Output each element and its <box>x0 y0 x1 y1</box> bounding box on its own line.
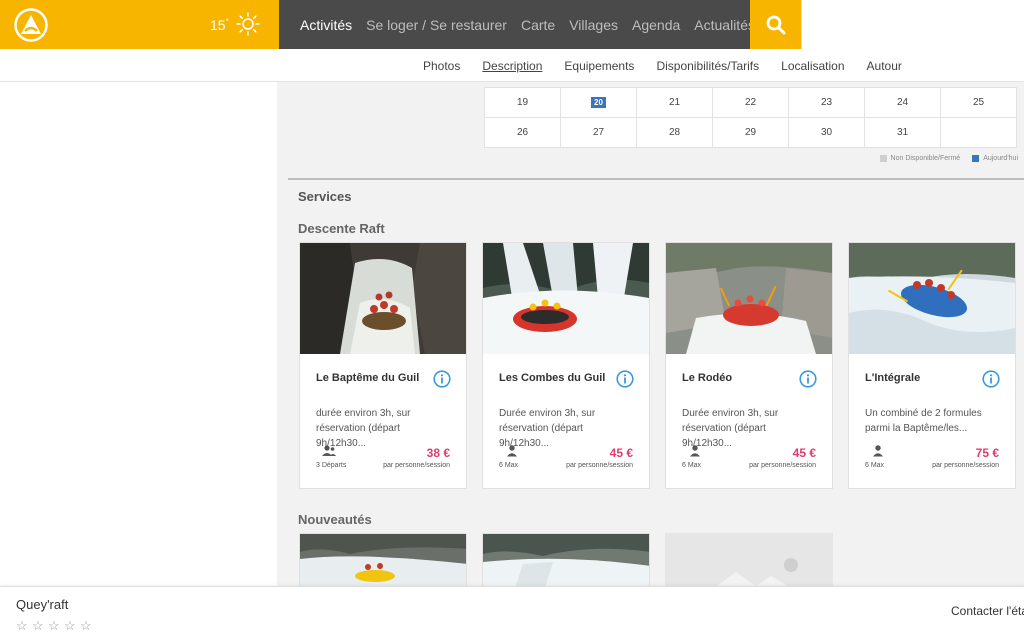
weather-temperature: 15° <box>210 17 229 33</box>
card-title[interactable]: Le Rodéo <box>682 372 732 384</box>
person-icon <box>507 445 517 457</box>
services-heading: Services <box>298 189 352 204</box>
news-cards <box>299 533 848 586</box>
sun-icon <box>236 12 260 36</box>
star-icon[interactable]: ☆ <box>32 618 48 634</box>
news-photo[interactable] <box>300 534 467 586</box>
card-meta: 6 Max <box>499 462 519 469</box>
calendar-day[interactable]: 21 <box>636 87 713 118</box>
star-icon[interactable]: ☆ <box>64 618 80 634</box>
info-icon[interactable] <box>799 370 817 388</box>
person-icon <box>873 445 883 457</box>
calendar-week: 19 20 21 22 23 24 25 <box>484 87 1017 118</box>
news-card[interactable] <box>299 533 467 586</box>
sub-nav: Photos Description Equipements Disponibi… <box>0 49 1024 82</box>
card-price-unit: par personne/session <box>383 462 450 469</box>
logo-icon[interactable] <box>13 8 49 42</box>
card-meta: 6 Max <box>865 462 885 469</box>
legend-today: Aujourd'hui <box>983 155 1018 162</box>
card-photo[interactable] <box>666 243 832 354</box>
legend-unavailable: Non Disponible/Fermé <box>890 155 961 162</box>
calendar-day[interactable]: 23 <box>788 87 865 118</box>
calendar-day-empty <box>940 117 1017 148</box>
calendar-day-today[interactable]: 20 <box>560 87 637 118</box>
nouveautes-heading: Nouveautés <box>298 512 372 527</box>
star-icon[interactable]: ☆ <box>48 618 64 634</box>
image-placeholder-icon <box>716 558 798 586</box>
calendar-day[interactable]: 31 <box>864 117 941 148</box>
card-price: 45 € <box>792 446 816 460</box>
legend-swatch-unavailable <box>879 155 887 162</box>
calendar-day[interactable]: 29 <box>712 117 789 148</box>
bottom-bar: Quey'raft ☆ ☆ ☆ ☆ ☆ Contacter l'éta <box>0 586 1024 643</box>
availability-calendar: 19 20 21 22 23 24 25 26 27 28 29 30 31 <box>484 87 1017 148</box>
nav-activites[interactable]: Activités <box>300 17 352 33</box>
service-card[interactable]: Le Baptême du Guil durée environ 3h, sur… <box>299 242 467 489</box>
card-meta: 3 Départs <box>316 462 347 469</box>
card-photo[interactable] <box>300 243 466 354</box>
info-icon[interactable] <box>982 370 1000 388</box>
subnav-autour[interactable]: Autour <box>867 59 902 73</box>
nav-actualites[interactable]: Actualités <box>694 17 755 33</box>
calendar-week: 26 27 28 29 30 31 <box>484 117 1017 148</box>
service-card[interactable]: Le Rodéo Durée environ 3h, sur réservatio… <box>665 242 833 489</box>
contact-button[interactable]: Contacter l'éta <box>951 604 1024 618</box>
calendar-day[interactable]: 28 <box>636 117 713 148</box>
calendar-day[interactable]: 24 <box>864 87 941 118</box>
calendar-day[interactable]: 30 <box>788 117 865 148</box>
card-price: 45 € <box>609 446 633 460</box>
card-meta: 6 Max <box>682 462 702 469</box>
card-description: Un combiné de 2 formules parmi la Baptême… <box>865 408 982 434</box>
person-icon <box>690 445 700 457</box>
subnav-disponibilites[interactable]: Disponibilités/Tarifs <box>656 59 759 73</box>
rating-stars[interactable]: ☆ ☆ ☆ ☆ ☆ <box>16 618 96 634</box>
main-content: 19 20 21 22 23 24 25 26 27 28 29 30 31 N… <box>277 82 1024 586</box>
calendar-day[interactable]: 25 <box>940 87 1017 118</box>
nav-agenda[interactable]: Agenda <box>632 17 680 33</box>
info-icon[interactable] <box>433 370 451 388</box>
main-nav: Activités Se loger / Se restaurer Carte … <box>279 0 755 49</box>
subnav-photos[interactable]: Photos <box>423 59 460 73</box>
card-title[interactable]: Le Baptême du Guil <box>316 372 419 384</box>
calendar-legend: Non Disponible/Fermé Aujourd'hui <box>868 155 1018 162</box>
star-icon[interactable]: ☆ <box>16 618 32 634</box>
subnav-description[interactable]: Description <box>482 59 542 73</box>
nav-carte[interactable]: Carte <box>521 17 555 33</box>
star-icon[interactable]: ☆ <box>80 618 96 634</box>
legend-swatch-today <box>972 155 980 162</box>
nav-se-loger[interactable]: Se loger / Se restaurer <box>366 17 507 33</box>
info-icon[interactable] <box>616 370 634 388</box>
calendar-day[interactable]: 26 <box>484 117 561 148</box>
calendar-day[interactable]: 19 <box>484 87 561 118</box>
card-price-unit: par personne/session <box>749 462 816 469</box>
nav-villages[interactable]: Villages <box>569 17 618 33</box>
calendar-day[interactable]: 27 <box>560 117 637 148</box>
card-title[interactable]: L'Intégrale <box>865 372 920 384</box>
header-right-area <box>801 0 1024 49</box>
card-price: 75 € <box>975 446 999 460</box>
subnav-localisation[interactable]: Localisation <box>781 59 844 73</box>
card-photo[interactable] <box>849 243 1015 354</box>
service-cards: Le Baptême du Guil durée environ 3h, sur… <box>299 242 1024 489</box>
service-card[interactable]: L'Intégrale Un combiné de 2 formules parm… <box>848 242 1016 489</box>
news-card-placeholder[interactable] <box>665 533 833 586</box>
card-price-unit: par personne/session <box>566 462 633 469</box>
card-price-unit: par personne/session <box>932 462 999 469</box>
card-photo[interactable] <box>483 243 649 354</box>
news-photo[interactable] <box>483 534 650 586</box>
card-price: 38 € <box>426 446 450 460</box>
group-icon <box>322 445 336 456</box>
search-icon <box>766 15 785 34</box>
brand-bar: 15° <box>0 0 279 49</box>
today-marker: 20 <box>591 97 606 108</box>
descente-raft-heading: Descente Raft <box>298 221 385 236</box>
section-divider <box>288 178 1024 180</box>
card-title[interactable]: Les Combes du Guil <box>499 372 605 384</box>
calendar-day[interactable]: 22 <box>712 87 789 118</box>
subnav-equipements[interactable]: Equipements <box>564 59 634 73</box>
business-name: Quey'raft <box>16 597 69 612</box>
news-card[interactable] <box>482 533 650 586</box>
service-card[interactable]: Les Combes du Guil Durée environ 3h, sur… <box>482 242 650 489</box>
search-button[interactable] <box>750 0 801 49</box>
